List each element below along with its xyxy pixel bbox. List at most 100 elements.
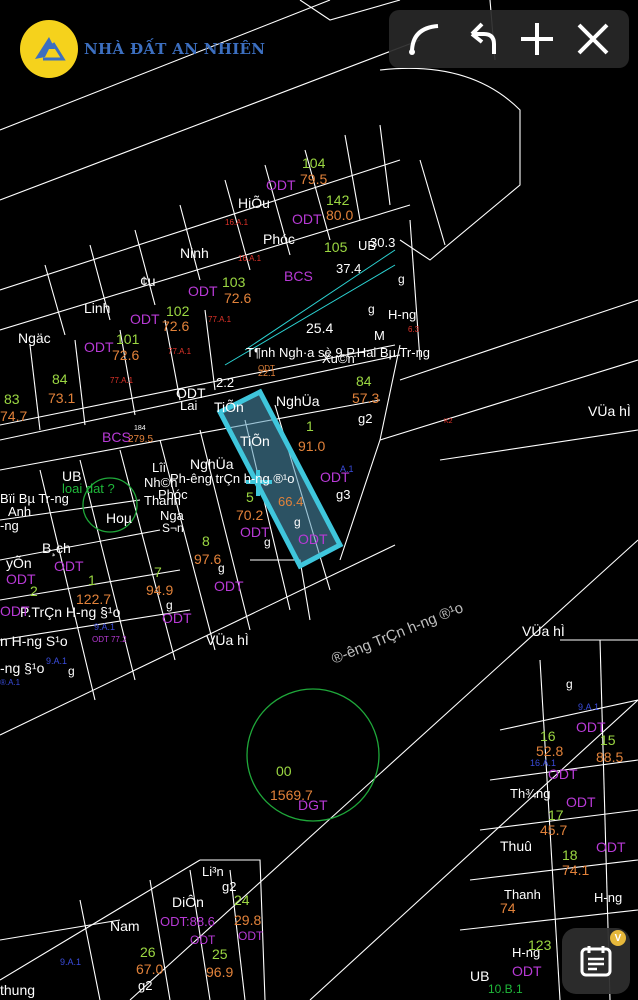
map-label: BCS <box>102 429 131 445</box>
map-label: g <box>218 561 225 575</box>
map-label: g2 <box>138 978 152 993</box>
map-label: 72.6 <box>224 290 251 306</box>
map-label: 74 <box>500 900 516 916</box>
map-label: ODT <box>188 283 218 299</box>
map-label: g <box>398 272 405 286</box>
map-label: 9.A.1 <box>46 656 67 666</box>
map-label: 83 <box>4 391 20 407</box>
map-label: 6.3 <box>408 325 420 334</box>
map-label: 25.4 <box>306 320 333 336</box>
map-label: 9.A.1 <box>60 957 81 967</box>
map-label: VÜa hÌ <box>206 631 249 648</box>
map-label: 16 <box>540 728 556 744</box>
brand-header: NHÀ ĐẤT AN NHIÊN <box>20 20 265 78</box>
brand-logo-icon <box>20 20 78 78</box>
close-icon[interactable] <box>569 15 617 63</box>
map-label: 79.5 <box>300 171 327 187</box>
map-label: 57.3 <box>352 390 379 406</box>
undo-icon[interactable] <box>457 15 505 63</box>
map-label: g3 <box>336 487 350 502</box>
map-label: 77.A.1 <box>168 347 192 356</box>
map-label: DiÔn <box>172 894 204 910</box>
map-label: 10.B.1 <box>488 982 523 996</box>
map-label: 26 <box>140 944 156 960</box>
map-label: 72.6 <box>162 318 189 334</box>
map-label: ODT <box>566 794 596 810</box>
brand-name: NHÀ ĐẤT AN NHIÊN <box>84 40 266 58</box>
map-label: 22.1 <box>258 368 276 378</box>
plus-icon[interactable] <box>513 15 561 63</box>
map-label: VÜa hÌ <box>588 402 631 419</box>
map-label: 2.2 <box>216 375 234 390</box>
map-label: g2 <box>358 411 372 426</box>
map-label: Anh <box>8 504 31 519</box>
map-toolbar <box>389 10 629 68</box>
map-label: 67.0 <box>136 961 163 977</box>
map-label: 84 <box>52 371 68 387</box>
map-label: 101 <box>116 331 140 347</box>
map-label: yÕn <box>6 555 32 571</box>
map-label: ODT <box>548 766 578 782</box>
map-label: Phóc <box>263 231 295 247</box>
map-label: ODT:88.6 <box>160 914 215 929</box>
map-label: 5 <box>246 489 254 505</box>
map-label: ODT <box>162 610 192 626</box>
map-label: 74.1 <box>562 862 589 878</box>
map-label: DGT <box>298 797 328 813</box>
map-label: ODT <box>266 177 296 193</box>
map-label: 279.5 <box>128 434 153 445</box>
map-label: ODT <box>214 578 244 594</box>
map-label: K2 <box>444 418 453 425</box>
map-label: Lîi <box>152 460 166 475</box>
map-label: Xu©n <box>322 351 355 366</box>
map-label: 16.A.1 <box>225 218 249 227</box>
map-label: g <box>68 664 75 678</box>
map-label: Linh <box>84 300 110 316</box>
map-label: ODT <box>298 531 328 547</box>
map-label: B¸ch <box>42 540 71 556</box>
map-label: H-ng <box>512 945 540 960</box>
curve-draw-icon[interactable] <box>401 15 449 63</box>
fab-badge: V <box>610 930 626 946</box>
map-label: 102 <box>166 303 190 319</box>
map-label: ODT <box>190 933 216 947</box>
map-label: 142 <box>326 192 350 208</box>
map-label: 52.8 <box>536 743 563 759</box>
map-label: 7 <box>154 564 162 580</box>
map-label: Nam <box>110 918 140 934</box>
map-labels: 10479.5ODTHiÕu 14280.0ODT16.A.1NinhPhóc 10… <box>0 155 631 998</box>
map-label: 37.4 <box>336 261 361 276</box>
map-label: P.TrÇn H-ng §¹o <box>20 604 121 620</box>
map-label: ODT <box>596 839 626 855</box>
map-label: 72.6 <box>112 347 139 363</box>
map-label: 104 <box>302 155 326 171</box>
map-label: BCS <box>284 268 313 284</box>
map-label: Ngäc <box>18 330 51 346</box>
map-label: 24 <box>234 892 250 908</box>
map-label: 1 <box>306 418 314 434</box>
map-label: 70.2 <box>236 507 263 523</box>
map-label: ODT <box>130 311 160 327</box>
map-label: 17 <box>548 807 564 823</box>
map-label: ®.A.1 <box>0 678 21 687</box>
map-label: 25 <box>212 946 228 962</box>
map-label: 96.9 <box>206 964 233 980</box>
map-label: g <box>264 535 271 549</box>
map-label: 80.0 <box>326 207 353 223</box>
map-label: Thanh <box>144 493 181 508</box>
map-label: S¬n <box>162 521 184 535</box>
map-label: ®-êng TrÇn h-ng ®¹o <box>329 599 466 667</box>
map-label: Ph-êng trÇn h-ng ®¹o <box>170 471 294 486</box>
cadastral-map[interactable]: 10479.5ODTHiÕu 14280.0ODT16.A.1NinhPhóc 10… <box>0 0 638 1000</box>
map-label: TiÕn <box>240 433 270 449</box>
map-app: 104 79.5 ODT HiÕu 142 80.0 ODT 16.A.1 Ninh Phóc 10… <box>0 0 638 1000</box>
map-label: ODT <box>84 339 114 355</box>
map-label: 30.3 <box>370 235 395 250</box>
map-label: 84 <box>356 373 372 389</box>
map-label: 2 <box>30 583 38 599</box>
calendar-icon <box>580 946 612 977</box>
calendar-button[interactable]: V <box>562 928 630 994</box>
map-label: 8 <box>202 533 210 549</box>
map-label: ODT <box>54 558 84 574</box>
map-label: ODT <box>320 469 350 485</box>
